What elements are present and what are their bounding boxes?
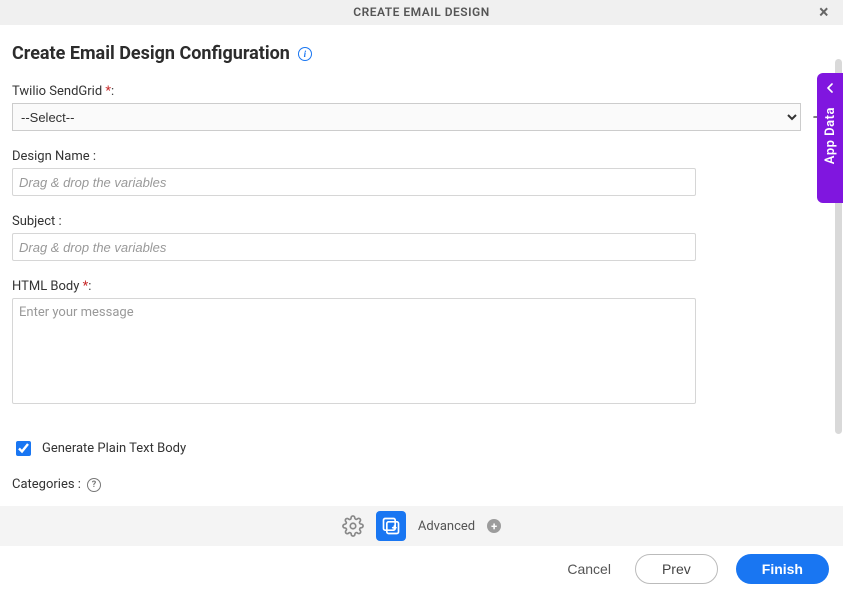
plus-circle-icon[interactable]: + [487,519,501,533]
field-label-design-name: Design Name : [12,149,831,164]
label-text: HTML Body [12,279,79,294]
advanced-bar: Advanced + [0,506,843,546]
html-body-textarea[interactable] [12,298,696,404]
subject-input[interactable] [12,233,696,261]
label-suffix: : [111,84,114,99]
field-html-body: HTML Body *: [12,279,831,408]
field-design-name: Design Name : [12,149,831,196]
advanced-label: Advanced [418,519,475,534]
field-label-sendgrid: Twilio SendGrid *: [12,84,831,99]
prev-button[interactable]: Prev [635,554,718,584]
sendgrid-row: --Select-- [12,103,831,131]
finish-button[interactable]: Finish [736,554,829,584]
plain-text-label: Generate Plain Text Body [42,441,186,456]
categories-row: Categories : ? [12,477,831,492]
cancel-button[interactable]: Cancel [561,560,617,578]
footer: Cancel Prev Finish [0,546,843,591]
plain-text-row: Generate Plain Text Body [12,438,831,459]
modal-body: App Data Create Email Design Configurati… [0,25,843,591]
field-sendgrid: Twilio SendGrid *: --Select-- [12,84,831,131]
categories-label: Categories : [12,477,81,492]
compose-plus-icon[interactable] [376,511,406,541]
plain-text-checkbox[interactable] [16,441,31,456]
field-label-subject: Subject : [12,214,831,229]
label-text: Twilio SendGrid [12,84,102,99]
field-label-html-body: HTML Body *: [12,279,831,294]
label-suffix: : [88,279,91,294]
app-data-tab-label: App Data [823,107,838,164]
design-name-input[interactable] [12,168,696,196]
page-title-row: Create Email Design Configuration i [12,25,831,66]
field-subject: Subject : [12,214,831,261]
chevron-left-icon [825,81,835,97]
gear-icon[interactable] [342,515,364,537]
close-icon[interactable]: × [813,0,835,25]
help-icon[interactable]: ? [87,478,101,492]
modal-title: CREATE EMAIL DESIGN [353,5,489,19]
modal-header: CREATE EMAIL DESIGN × [0,0,843,25]
page-title: Create Email Design Configuration [12,43,290,64]
form-scroll: Create Email Design Configuration i Twil… [0,25,843,506]
sendgrid-select[interactable]: --Select-- [12,103,801,131]
info-icon[interactable]: i [298,47,312,61]
app-data-tab[interactable]: App Data [817,73,843,203]
